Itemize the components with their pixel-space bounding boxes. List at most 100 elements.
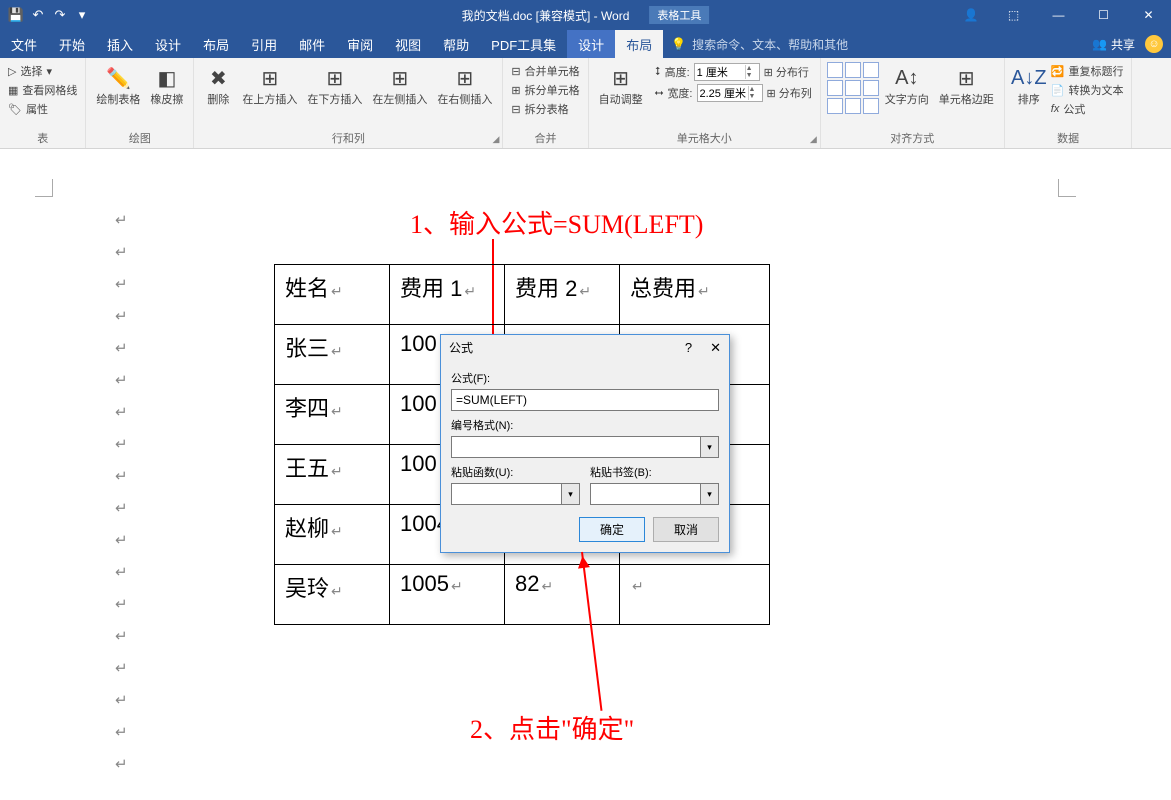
table-cell[interactable]: 1005↵ [390, 565, 505, 625]
tab-design[interactable]: 设计 [144, 30, 192, 58]
table-cell[interactable]: 李四↵ [275, 385, 390, 445]
undo-icon[interactable]: ↶ [30, 7, 46, 23]
title-bar: 💾 ↶ ↷ ▾ 我的文档.doc [兼容模式] - Word 表格工具 👤 ⬚ … [0, 0, 1171, 30]
delete-icon: ✖ [204, 64, 232, 92]
paste-bookmark-combo[interactable]: ▾ [590, 483, 719, 505]
distribute-rows-button[interactable]: ⊞ 分布行 [764, 64, 809, 80]
select-button[interactable]: ▷ 选择 ▾ [6, 62, 79, 80]
insert-right-button[interactable]: ⊞在右侧插入 [433, 62, 496, 109]
paste-function-combo[interactable]: ▾ [451, 483, 580, 505]
maximize-icon[interactable]: ☐ [1081, 0, 1126, 30]
table-cell[interactable]: 王五↵ [275, 445, 390, 505]
sort-button[interactable]: A↓Z排序 [1011, 62, 1047, 109]
insert-below-button[interactable]: ⊞在下方插入 [303, 62, 366, 109]
chevron-down-icon[interactable]: ▾ [701, 436, 719, 458]
group-label: 对齐方式 [827, 128, 998, 146]
properties-button[interactable]: 🏷 属性 [6, 100, 79, 118]
close-icon[interactable]: ✕ [1126, 0, 1171, 30]
tab-table-layout[interactable]: 布局 [615, 30, 663, 58]
feedback-icon[interactable]: ☺ [1145, 35, 1163, 53]
paragraph-marks: ↵↵↵↵↵↵↵↵↵↵↵↵↵↵↵↵↵↵ [115, 211, 128, 773]
group-table: ▷ 选择 ▾ ▦ 查看网格线 🏷 属性 表 [0, 58, 86, 148]
cancel-button[interactable]: 取消 [653, 517, 719, 542]
tab-help[interactable]: 帮助 [432, 30, 480, 58]
table-cell[interactable]: 吴玲↵ [275, 565, 390, 625]
group-cell-size: ⊞自动调整 ⭥高度:▲▼⊞ 分布行 ⭤宽度:▲▼⊞ 分布列 单元格大小 ◢ [589, 58, 821, 148]
text-direction-button[interactable]: A↕文字方向 [881, 62, 933, 109]
tab-pdf[interactable]: PDF工具集 [480, 30, 567, 58]
tab-view[interactable]: 视图 [384, 30, 432, 58]
height-text: 高度: [665, 64, 690, 80]
formula-button[interactable]: fx 公式 [1049, 100, 1126, 118]
tab-insert[interactable]: 插入 [96, 30, 144, 58]
qat-more-icon[interactable]: ▾ [74, 7, 90, 23]
split-table-button[interactable]: ⊟ 拆分表格 [509, 100, 581, 118]
dialog-help-icon[interactable]: ? [685, 340, 692, 356]
share-button[interactable]: 👥共享 [1092, 36, 1135, 53]
tab-references[interactable]: 引用 [240, 30, 288, 58]
save-icon[interactable]: 💾 [8, 7, 24, 23]
contextual-tab-label: 表格工具 [649, 6, 709, 24]
tab-review[interactable]: 审阅 [336, 30, 384, 58]
dialog-titlebar[interactable]: 公式 ? ✕ [441, 335, 729, 360]
table-cell[interactable]: 82↵ [505, 565, 620, 625]
table-header-cell[interactable]: 姓名↵ [275, 265, 390, 325]
chevron-down-icon[interactable]: ▾ [701, 483, 719, 505]
tab-mailings[interactable]: 邮件 [288, 30, 336, 58]
eraser-button[interactable]: ◧橡皮擦 [146, 62, 187, 109]
insert-right-icon: ⊞ [451, 64, 479, 92]
width-text: 宽度: [667, 85, 692, 101]
ok-button[interactable]: 确定 [579, 517, 645, 542]
table-header-cell[interactable]: 费用 1↵ [390, 265, 505, 325]
formula-label: 公式(F): [451, 370, 719, 386]
tab-file[interactable]: 文件 [0, 30, 48, 58]
table-cell[interactable]: ↵ [620, 565, 770, 625]
share-label: 共享 [1111, 36, 1135, 53]
insert-above-button[interactable]: ⊞在上方插入 [238, 62, 301, 109]
dialog-launcher-icon[interactable]: ◢ [810, 134, 817, 145]
autofit-button[interactable]: ⊞自动调整 [595, 62, 647, 109]
table-header-cell[interactable]: 费用 2↵ [505, 265, 620, 325]
split-cells-button[interactable]: ⊞ 拆分单元格 [509, 81, 581, 99]
table-cell[interactable]: 赵柳↵ [275, 505, 390, 565]
view-gridlines-button[interactable]: ▦ 查看网格线 [6, 81, 79, 99]
ribbon-options-icon[interactable]: ⬚ [991, 0, 1036, 30]
height-input[interactable]: ▲▼ [694, 63, 760, 81]
cell-margins-button[interactable]: ⊞单元格边距 [935, 62, 998, 109]
width-input[interactable]: ▲▼ [697, 84, 763, 102]
minimize-icon[interactable]: — [1036, 0, 1081, 30]
text-direction-icon: A↕ [893, 64, 921, 92]
draw-table-button[interactable]: ✏️绘制表格 [92, 62, 144, 109]
tab-home[interactable]: 开始 [48, 30, 96, 58]
sort-icon: A↓Z [1015, 64, 1043, 92]
tab-table-design[interactable]: 设计 [567, 30, 615, 58]
bulb-icon: 💡 [671, 37, 686, 51]
autofit-icon: ⊞ [607, 64, 635, 92]
repeat-header-button[interactable]: 🔁 重复标题行 [1049, 62, 1126, 80]
page-corner [35, 179, 53, 197]
table-header-cell[interactable]: 总费用↵ [620, 265, 770, 325]
insert-below-icon: ⊞ [321, 64, 349, 92]
distribute-cols-button[interactable]: ⊞ 分布列 [767, 85, 812, 101]
group-alignment: A↕文字方向 ⊞单元格边距 对齐方式 [821, 58, 1005, 148]
group-label: 合并 [509, 128, 581, 146]
convert-text-button[interactable]: 📄 转换为文本 [1049, 81, 1126, 99]
group-label: 行和列 [200, 128, 496, 146]
merge-cells-button[interactable]: ⊟ 合并单元格 [509, 62, 581, 80]
redo-icon[interactable]: ↷ [52, 7, 68, 23]
alignment-grid[interactable] [827, 62, 879, 114]
table-cell[interactable]: 张三↵ [275, 325, 390, 385]
dialog-close-icon[interactable]: ✕ [710, 340, 721, 356]
paste-bookmark-label: 粘贴书签(B): [590, 464, 719, 480]
dialog-title: 公式 [449, 339, 473, 356]
tell-me[interactable]: 💡搜索命令、文本、帮助和其他 [671, 36, 848, 53]
formula-input[interactable] [451, 389, 719, 411]
delete-button[interactable]: ✖删除 [200, 62, 236, 109]
number-format-combo[interactable]: ▾ [451, 436, 719, 458]
chevron-down-icon[interactable]: ▾ [562, 483, 580, 505]
tab-layout[interactable]: 布局 [192, 30, 240, 58]
dialog-launcher-icon[interactable]: ◢ [492, 134, 499, 145]
insert-left-button[interactable]: ⊞在左侧插入 [368, 62, 431, 109]
pencil-icon: ✏️ [104, 64, 132, 92]
account-icon[interactable]: 👤 [951, 8, 991, 22]
